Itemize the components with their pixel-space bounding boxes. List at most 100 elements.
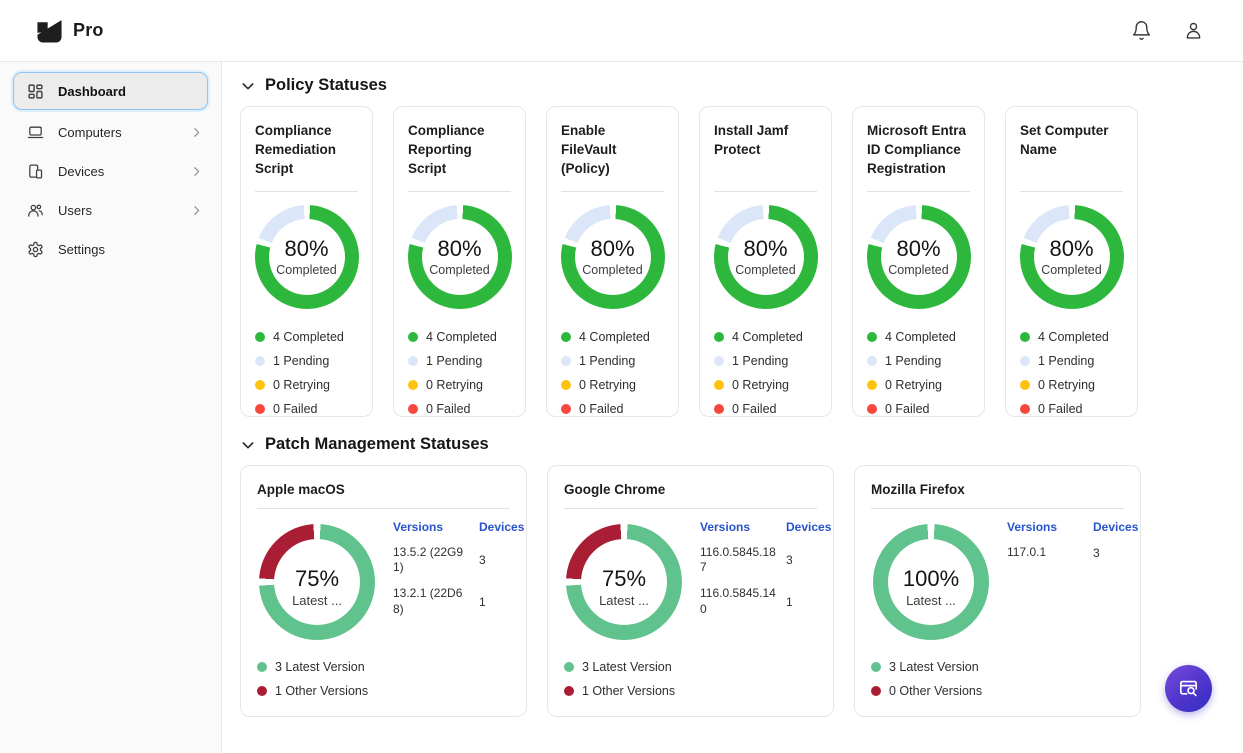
sidebar-item-settings[interactable]: Settings <box>0 230 221 269</box>
legend-dot <box>1020 404 1030 414</box>
patch-card: Apple macOS 75% Latest ... Versions Devi… <box>240 465 527 717</box>
collapse-policy-button[interactable] <box>240 78 256 94</box>
legend-label: 0 Retrying <box>426 378 483 392</box>
donut-chart: 75% Latest ... <box>259 524 375 651</box>
legend-label: 0 Failed <box>1038 402 1082 416</box>
versions-column-header[interactable]: Versions <box>700 520 786 536</box>
legend-dot <box>255 380 265 390</box>
legend-label: 0 Failed <box>732 402 776 416</box>
card-title: Microsoft Entra ID Compliance Registrati… <box>867 121 970 178</box>
legend-item: 1 Pending <box>255 354 358 368</box>
legend-item: 0 Retrying <box>255 378 358 392</box>
sidebar-item-devices[interactable]: Devices <box>0 152 221 191</box>
legend-item: 0 Failed <box>561 402 664 416</box>
table-row: 117.0.1 3 <box>1007 545 1138 561</box>
patch-card: Google Chrome 75% Latest ... Versions De… <box>547 465 834 717</box>
donut-chart: 100% Latest ... <box>873 524 989 651</box>
legend-item: 1 Other Versions <box>257 684 510 698</box>
sidebar-item-users[interactable]: Users <box>0 191 221 230</box>
legend-dot <box>867 404 877 414</box>
donut-center-value: 80% <box>284 237 328 261</box>
versions-column-header[interactable]: Versions <box>393 520 479 536</box>
account-button[interactable] <box>1179 17 1207 45</box>
legend-label: 0 Retrying <box>1038 378 1095 392</box>
legend-dot <box>564 662 574 672</box>
legend-dot <box>408 404 418 414</box>
versions-column-header[interactable]: Versions <box>1007 520 1093 536</box>
devices-column-header[interactable]: Devices <box>786 520 831 534</box>
legend-label: 0 Retrying <box>273 378 330 392</box>
sidebar-item-dashboard[interactable]: Dashboard <box>13 72 208 110</box>
patch-legend: 3 Latest Version 1 Other Versions <box>257 660 510 698</box>
legend-item: 0 Retrying <box>561 378 664 392</box>
user-icon <box>1183 20 1204 41</box>
card-divider <box>408 191 511 192</box>
version-cell: 116.0.5845.187 <box>700 545 786 576</box>
legend-label: 0 Retrying <box>732 378 789 392</box>
notifications-button[interactable] <box>1127 17 1155 45</box>
card-divider <box>867 191 970 192</box>
legend-item: 4 Completed <box>255 330 358 344</box>
legend-dot <box>564 686 574 696</box>
legend-dot <box>871 686 881 696</box>
table-row: 116.0.5845.140 1 <box>700 586 831 617</box>
collapse-patch-button[interactable] <box>240 437 256 453</box>
policy-card: Set Computer Name 80% Completed 4 Comple… <box>1005 106 1138 417</box>
versions-table: Versions Devices 116.0.5845.187 3 116.0.… <box>700 519 831 651</box>
policy-legend: 4 Completed 1 Pending 0 Retrying 0 Faile… <box>255 330 358 416</box>
legend-label: 0 Failed <box>273 402 317 416</box>
donut-chart: 80% Completed <box>561 205 665 309</box>
legend-dot <box>255 332 265 342</box>
policy-section-header: Policy Statuses <box>240 76 1243 95</box>
legend-item: 0 Retrying <box>867 378 970 392</box>
policy-section-title: Policy Statuses <box>265 76 387 95</box>
donut-center-value: 80% <box>437 237 481 261</box>
sidebar-item-label: Computers <box>58 125 122 140</box>
card-divider <box>1020 191 1123 192</box>
legend-item: 0 Retrying <box>714 378 817 392</box>
laptop-icon <box>27 124 44 141</box>
legend-dot <box>714 356 724 366</box>
devices-column-header[interactable]: Devices <box>1093 520 1138 534</box>
legend-dot <box>714 332 724 342</box>
card-title: Install Jamf Protect <box>714 121 817 159</box>
policy-legend: 4 Completed 1 Pending 0 Retrying 0 Faile… <box>561 330 664 416</box>
patch-section-header: Patch Management Statuses <box>240 435 1243 454</box>
legend-dot <box>561 404 571 414</box>
table-row: 116.0.5845.187 3 <box>700 545 831 576</box>
policy-card: Compliance Remediation Script 80% Comple… <box>240 106 373 417</box>
gear-icon <box>27 241 44 258</box>
legend-label: 3 Latest Version <box>275 660 365 674</box>
policy-legend: 4 Completed 1 Pending 0 Retrying 0 Faile… <box>408 330 511 416</box>
chevron-down-icon <box>240 78 256 94</box>
legend-dot <box>561 356 571 366</box>
donut-chart: 80% Completed <box>867 205 971 309</box>
brand-text: Pro <box>73 20 104 41</box>
legend-label: 0 Failed <box>426 402 470 416</box>
legend-label: 1 Pending <box>273 354 329 368</box>
legend-dot <box>1020 356 1030 366</box>
sidebar-item-computers[interactable]: Computers <box>0 113 221 152</box>
legend-item: 1 Pending <box>408 354 511 368</box>
policy-card: Enable FileVault (Policy) 80% Completed … <box>546 106 679 417</box>
legend-label: 1 Other Versions <box>582 684 675 698</box>
versions-table: Versions Devices 117.0.1 3 <box>1007 519 1138 651</box>
legend-dot <box>561 380 571 390</box>
version-cell: 13.5.2 (22G91) <box>393 545 479 576</box>
legend-item: 4 Completed <box>714 330 817 344</box>
legend-dot <box>561 332 571 342</box>
donut-center-value: 75% <box>295 567 339 591</box>
card-title: Set Computer Name <box>1020 121 1123 159</box>
legend-item: 0 Retrying <box>408 378 511 392</box>
donut-center-value: 80% <box>1049 237 1093 261</box>
legend-label: 3 Latest Version <box>889 660 979 674</box>
legend-label: 0 Retrying <box>885 378 942 392</box>
legend-dot <box>871 662 881 672</box>
donut-center-label: Latest ... <box>292 593 342 608</box>
legend-item: 1 Pending <box>867 354 970 368</box>
legend-item: 3 Latest Version <box>257 660 510 674</box>
fab-search-button[interactable] <box>1165 665 1212 712</box>
brand[interactable]: Pro <box>36 17 104 44</box>
devices-column-header[interactable]: Devices <box>479 520 524 534</box>
legend-label: 4 Completed <box>885 330 956 344</box>
